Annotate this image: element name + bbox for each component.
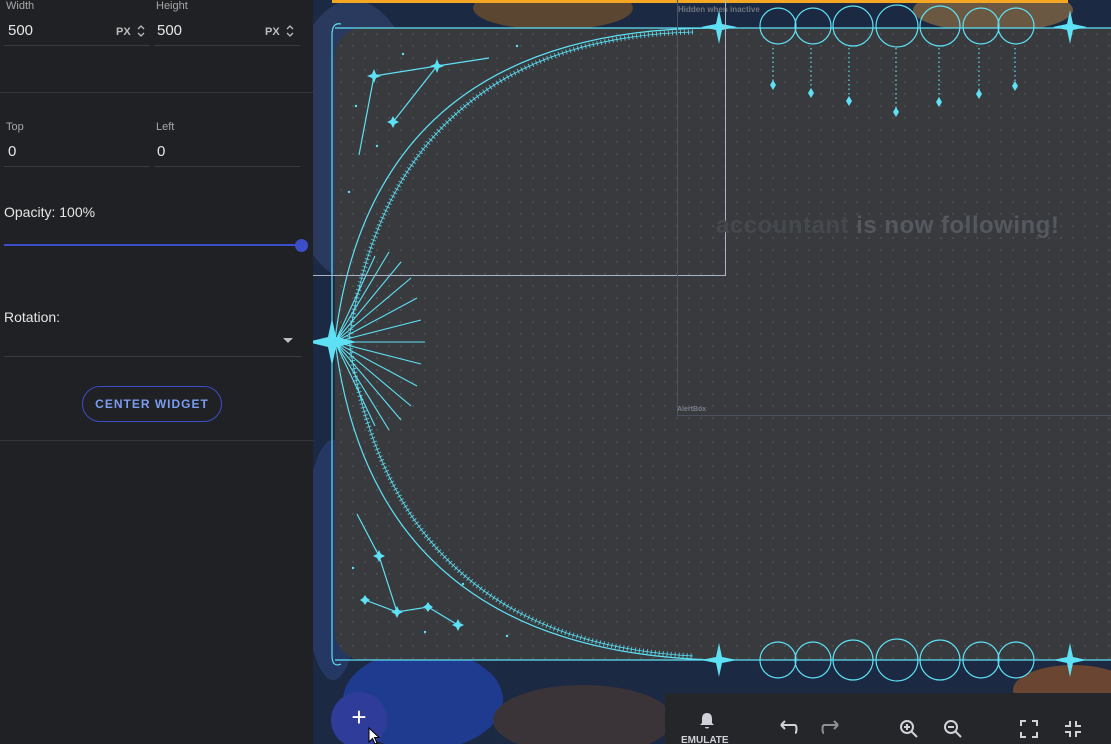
mouse-cursor-icon [368,727,380,744]
rotation-dropdown-arrow-icon[interactable] [283,338,293,343]
left-label: Left [156,121,175,133]
section-divider [0,92,313,93]
hidden-when-inactive-label: Hidden when inactive [678,5,760,14]
height-input[interactable]: 500 [157,22,182,39]
fullscreen-icon[interactable] [1020,720,1038,738]
top-underline [4,166,150,167]
center-widget-button[interactable]: CENTER WIDGET [82,386,222,422]
opacity-slider-handle[interactable] [295,239,308,252]
height-spinner-icon[interactable] [286,24,294,38]
redo-icon[interactable] [820,719,842,735]
height-label: Height [156,0,188,12]
bell-icon[interactable] [698,711,716,731]
top-input[interactable]: 0 [8,143,16,160]
opacity-label: Opacity: 100% [4,204,96,220]
undo-icon[interactable] [777,719,799,735]
widget-selection-box[interactable] [313,0,726,276]
width-underline [4,45,150,46]
left-underline [154,166,300,167]
height-underline [154,45,300,46]
section-divider [0,440,313,441]
exit-fullscreen-icon[interactable] [1064,720,1082,738]
rotation-select[interactable] [4,356,302,357]
width-input[interactable]: 500 [8,22,33,39]
alertbox-widget-box[interactable] [677,0,1111,416]
emulate-button[interactable]: EMULATE [681,735,729,744]
opacity-slider-track[interactable] [4,244,302,246]
zoom-out-icon[interactable] [943,719,963,739]
height-unit[interactable]: PX [265,26,280,38]
width-spinner-icon[interactable] [137,24,145,38]
rotation-label: Rotation: [4,309,61,325]
canvas-toolbar: EMULATE [665,693,1111,744]
plus-icon: + [351,702,367,732]
top-label: Top [6,121,24,133]
properties-panel: Width 500 PX Height 500 PX Top 0 Left 0 … [0,0,313,744]
editor-canvas[interactable]: Hidden when inactive AlertBox accountant… [313,0,1111,744]
zoom-in-icon[interactable] [899,719,919,739]
left-input[interactable]: 0 [157,143,165,160]
alert-text: is now following! [849,212,1060,239]
width-label: Width [6,0,35,12]
alert-message: accountant is now following! [716,212,1059,240]
width-unit[interactable]: PX [116,26,131,38]
alert-username: accountant [716,212,850,239]
alertbox-label: AlertBox [677,406,707,413]
